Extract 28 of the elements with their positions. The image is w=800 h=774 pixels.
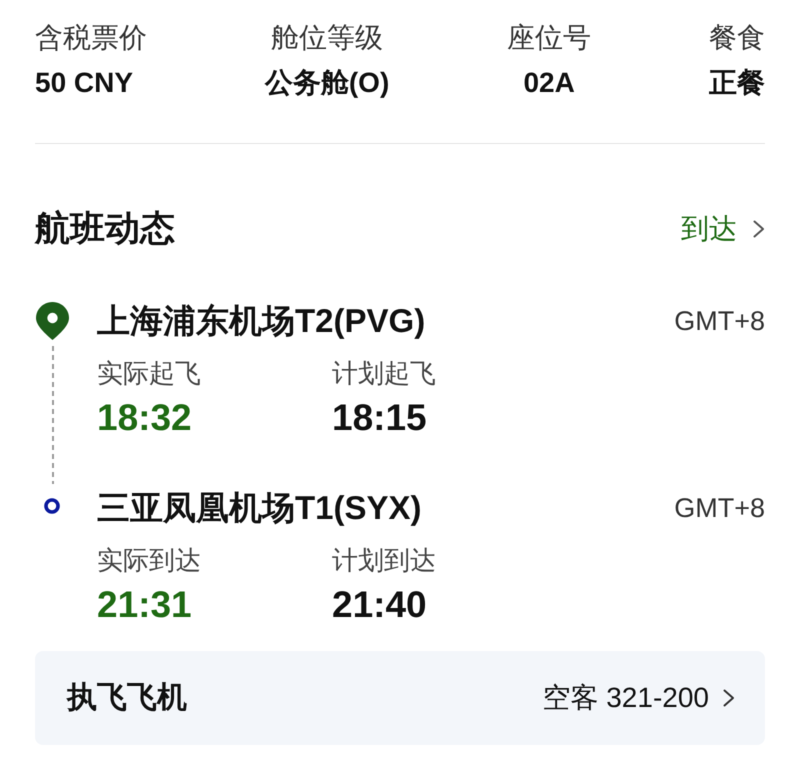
aircraft-label: 执飞飞机 [67,680,187,716]
airport-name: 上海浦东机场T2(PVG) [97,301,426,341]
info-value: 02A [523,66,575,100]
time-label: 实际起飞 [97,357,201,389]
time-label: 计划起飞 [332,357,436,389]
timezone-label: GMT+8 [674,305,765,338]
timezone-label: GMT+8 [674,492,765,525]
info-label: 含税票价 [35,22,147,54]
info-label: 舱位等级 [271,22,384,54]
info-value: 正餐 [708,66,765,100]
info-value: 公务舱(O) [264,66,390,100]
airport-name: 三亚凤凰机场T1(SYX) [97,488,422,528]
info-label: 餐食 [708,22,765,54]
time-label: 计划到达 [332,544,436,576]
actual-time: 18:32 [97,398,192,438]
scheduled-time: 18:15 [332,398,427,438]
ring-marker-icon [44,498,60,514]
location-pin-icon [36,302,69,340]
arrival-link[interactable]: 到达 [681,211,765,247]
aircraft-model-link[interactable]: 空客 321-200 [542,680,735,716]
chevron-right-icon [723,689,735,707]
time-label: 实际到达 [97,544,201,576]
actual-time: 21:31 [97,585,192,625]
info-label: 座位号 [507,22,592,54]
section-title: 航班动态 [35,209,175,249]
info-value: 50 CNY [35,66,134,100]
scheduled-time: 21:40 [332,585,427,625]
chevron-right-icon [753,220,765,238]
